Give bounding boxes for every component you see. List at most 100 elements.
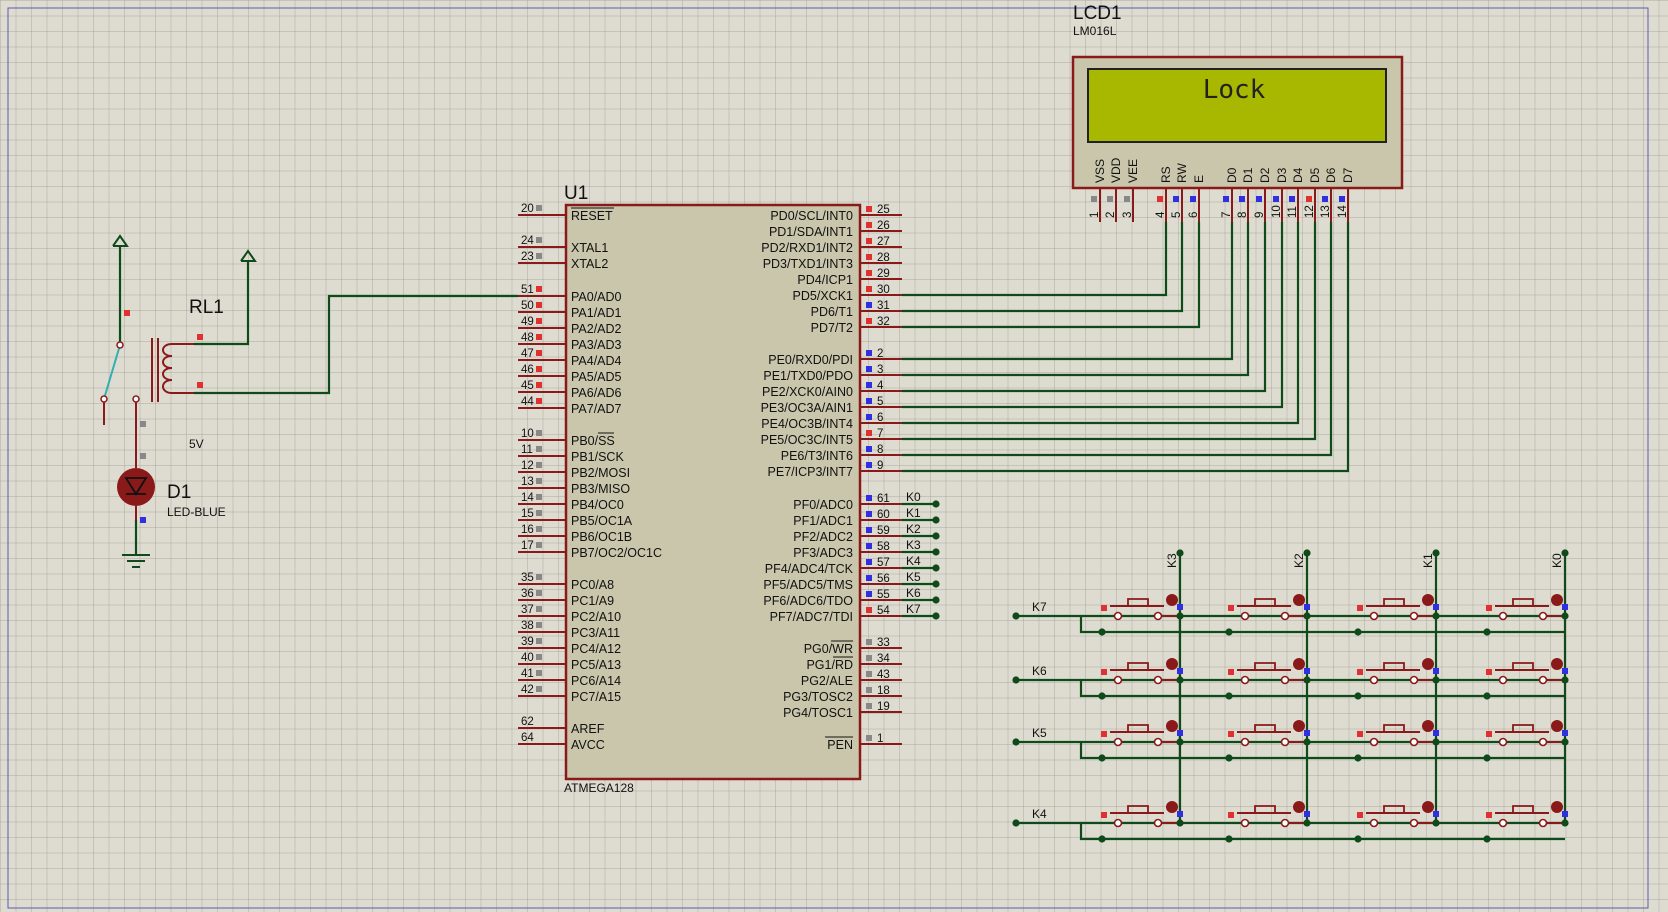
pin-state-marker: [866, 495, 872, 501]
junction-dot: [1176, 819, 1184, 827]
button-indicator: [1166, 801, 1178, 813]
button-indicator: [1422, 720, 1434, 732]
button-indicator: [1166, 658, 1178, 670]
junction-dot: [1012, 819, 1020, 827]
pin-number: 17: [521, 540, 534, 552]
button-indicator: [1551, 658, 1563, 670]
junction-dot: [1012, 676, 1020, 684]
pin-state-marker: [866, 543, 872, 549]
junction-dot: [1483, 754, 1491, 762]
pin-state-marker: [866, 511, 872, 517]
pin-number: 45: [521, 380, 534, 392]
pin-name: PG1/RD: [806, 658, 853, 672]
row-net-label: K5: [1032, 726, 1047, 740]
pin-name: RW: [1175, 163, 1189, 183]
pin-state-marker: [1190, 196, 1196, 202]
button-cap: [1383, 662, 1405, 670]
button-contact: [1240, 611, 1250, 621]
pin-name: D6: [1324, 167, 1338, 183]
button-indicator: [1293, 720, 1305, 732]
pin-number: 51: [521, 284, 534, 296]
schematic[interactable]: U1 ATMEGA128 20 RESET24 XTAL123 XTAL251 PA0/…: [0, 0, 1668, 912]
pin-state-marker: [536, 286, 542, 292]
relay-contact: [100, 395, 108, 403]
pin-number: 58: [877, 541, 890, 553]
button-contact: [1280, 737, 1290, 747]
pin-number: 55: [877, 589, 890, 601]
pin-state-marker: [866, 222, 872, 228]
button-contact: [1498, 611, 1508, 621]
relay-rl1[interactable]: RL1 5V: [100, 234, 257, 459]
pin-name: D5: [1308, 167, 1322, 183]
pin-name: PB0/SS: [571, 434, 615, 448]
wire-lcd-data: [902, 222, 1333, 457]
pin-name: PC2/A10: [571, 610, 621, 624]
power-terminal: [112, 234, 129, 247]
pin-number: 35: [521, 572, 534, 584]
button-contact: [1409, 675, 1419, 685]
pin-number: 7: [877, 428, 883, 440]
pin-name: VSS: [1093, 159, 1107, 183]
pin-number: 10: [521, 428, 534, 440]
col-net-label: K3: [1165, 553, 1179, 568]
junction-dot: [1354, 692, 1362, 700]
pin-state-marker: [866, 286, 872, 292]
keypad-matrix[interactable]: K0 K1 K2 K3 K4 K5 K6 K7 K7 K6 K5 K4 K3 K2 K1 K0: [906, 490, 1569, 843]
junction-dot: [1483, 835, 1491, 843]
pin-number: 11: [521, 444, 533, 456]
pin-state-marker: [536, 462, 542, 468]
wire-lcd-data: [902, 222, 1284, 409]
pin-state-marker: [1228, 812, 1234, 818]
pin-name: PF2/ADC2: [793, 530, 853, 544]
pin-number: 62: [521, 716, 534, 728]
led-d1[interactable]: D1 LED-BLUE: [117, 452, 226, 568]
pin-number: 2: [877, 348, 883, 360]
pin-name: PF6/ADC6/TDO: [763, 594, 853, 608]
pin-name: PB7/OC2/OC1C: [571, 546, 662, 560]
pin-number: 50: [521, 300, 534, 312]
pin-state-marker: [1157, 196, 1163, 202]
pin-state-marker: [1173, 196, 1179, 202]
mcu-u1[interactable]: U1 ATMEGA128 20 RESET24 XTAL123 XTAL251 PA0/…: [518, 183, 902, 795]
pin-state-marker: [124, 310, 130, 316]
button-indicator: [1422, 658, 1434, 670]
pin-name: PD1/SDA/INT1: [769, 225, 853, 239]
pin-name: PF4/ADC4/TCK: [765, 562, 854, 576]
pin-state-marker: [1322, 196, 1328, 202]
pin-state-marker: [866, 302, 872, 308]
pin-number: 7: [1221, 212, 1233, 218]
pin-number: 5: [1171, 212, 1183, 218]
pin-number: 31: [877, 300, 890, 312]
pin-name: PD7/T2: [811, 321, 853, 335]
pin-state-marker: [536, 382, 542, 388]
pin-number: 2: [1105, 212, 1117, 218]
junction-dot: [1098, 628, 1106, 636]
button-cap: [1254, 662, 1276, 670]
relay-ref: RL1: [189, 297, 224, 318]
pin-state-marker: [536, 366, 542, 372]
pin-state-marker: [1228, 605, 1234, 611]
pin-state-marker: [1228, 731, 1234, 737]
pin-state-marker: [1433, 604, 1439, 610]
pin-state-marker: [1486, 812, 1492, 818]
button-cap: [1512, 724, 1534, 732]
pin-state-marker: [197, 334, 203, 340]
lcd-lcd1[interactable]: LCD1 LM016L Lock VSS 1 VDD 2 VEE 3 RS 4 RW 5 E 6 D0 7…: [1071, 3, 1404, 222]
button-indicator: [1166, 720, 1178, 732]
led-part: LED-BLUE: [167, 505, 226, 519]
junction-dot: [1432, 612, 1440, 620]
row-net-label: K4: [1032, 807, 1047, 821]
col-net-label: K2: [1292, 553, 1306, 568]
pin-number: 26: [877, 220, 890, 232]
pin-name: PG4/TOSC1: [783, 706, 853, 720]
pin-state-marker: [1562, 604, 1568, 610]
junction-dot: [1303, 738, 1311, 746]
pin-state-marker: [536, 398, 542, 404]
pin-name: PG0/WR: [804, 642, 853, 656]
button-cap: [1127, 805, 1149, 813]
button-contact: [1240, 675, 1250, 685]
pin-state-marker: [536, 430, 542, 436]
pin-state-marker: [866, 575, 872, 581]
pin-number: 10: [1271, 205, 1283, 218]
junction-dot: [1098, 754, 1106, 762]
